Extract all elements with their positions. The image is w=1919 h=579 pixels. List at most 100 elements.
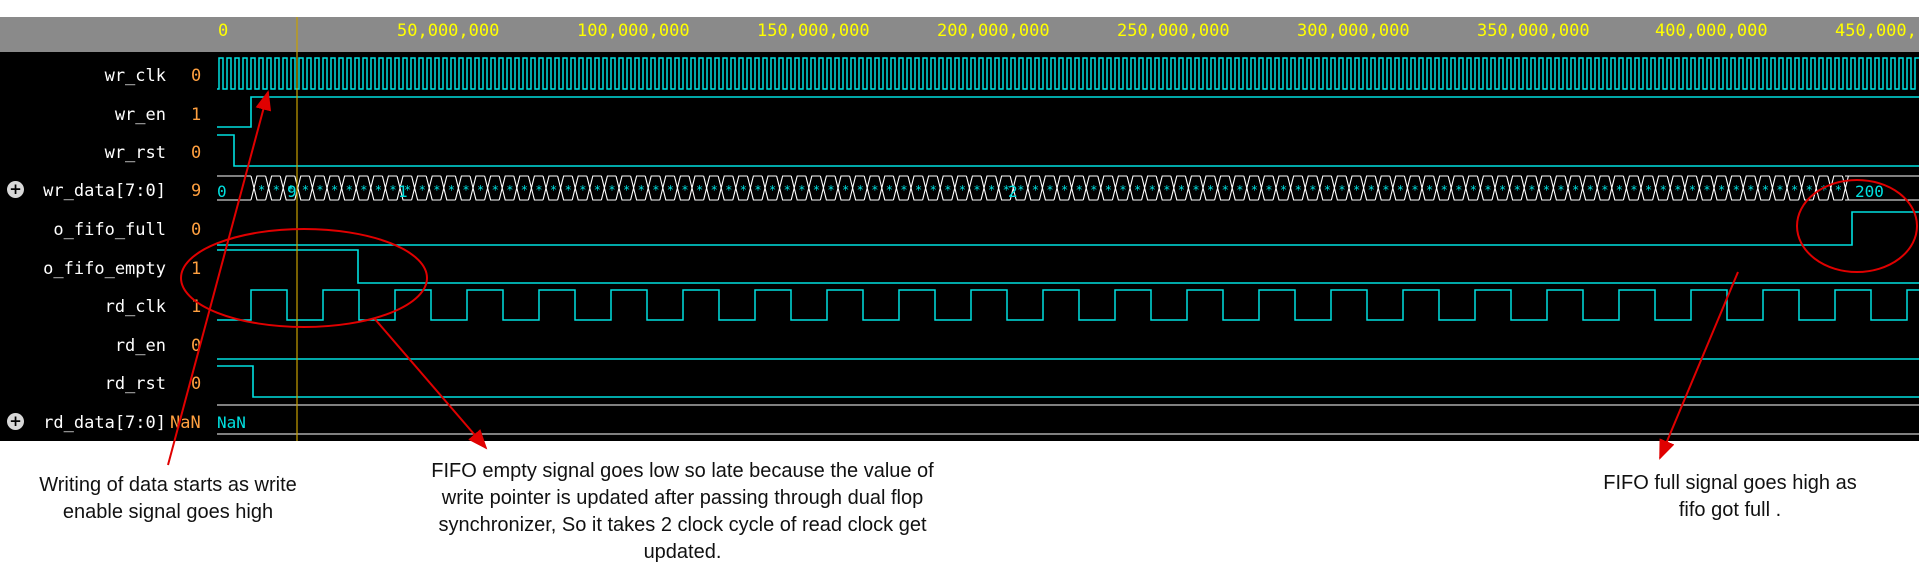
bus-glyph: *: [1630, 183, 1637, 197]
bus-glyph: *: [1222, 183, 1229, 197]
bus-glyph: *: [944, 183, 951, 197]
bus-glyph: *: [1660, 183, 1667, 197]
bus-glyph: *: [1776, 183, 1783, 197]
bus-glyph: *: [1280, 183, 1287, 197]
bus-glyph: *: [711, 183, 718, 197]
bus-glyph: *: [419, 183, 426, 197]
bus-glyph: *: [1718, 183, 1725, 197]
bus-glyph: *: [1733, 183, 1740, 197]
bus-glyph: *: [1484, 183, 1491, 197]
rd-rst-trace: [217, 365, 1919, 398]
bus-value-label: 0: [217, 182, 227, 201]
bus-value-label: 9: [287, 182, 297, 201]
bus-glyph: *: [871, 183, 878, 197]
bus-glyph: *: [1382, 183, 1389, 197]
bus-glyph: *: [1514, 183, 1521, 197]
bus-glyph: *: [930, 183, 937, 197]
annotation-arrow-empty: [373, 317, 488, 450]
bus-value-label: 200: [1855, 182, 1884, 201]
bus-glyph: *: [375, 183, 382, 197]
bus-value-label: 2: [1008, 182, 1018, 201]
bus-glyph: *: [1791, 183, 1798, 197]
bus-glyph: *: [827, 183, 834, 197]
bus-glyph: *: [959, 183, 966, 197]
bus-glyph: *: [1338, 183, 1345, 197]
rd-data-bus-trace: [217, 404, 1919, 435]
bus-glyph: *: [1061, 183, 1068, 197]
bus-glyph: *: [1076, 183, 1083, 197]
annotation-arrow-full: [1659, 271, 1739, 460]
bus-glyph: *: [681, 183, 688, 197]
bus-glyph: *: [579, 183, 586, 197]
bus-glyph: *: [1747, 183, 1754, 197]
bus-glyph: *: [360, 183, 367, 197]
bus-glyph: *: [842, 183, 849, 197]
annotation-fifo-full: FIFO full signal goes high as fifo got f…: [1603, 472, 1857, 521]
bus-glyph: *: [1178, 183, 1185, 197]
bus-glyph: *: [1703, 183, 1710, 197]
bus-glyph: *: [1762, 183, 1769, 197]
bus-glyph: *: [608, 183, 615, 197]
bus-glyph: *: [506, 183, 513, 197]
bus-glyph: *: [1455, 183, 1462, 197]
bus-glyph: *: [1572, 183, 1579, 197]
bus-glyph: *: [1601, 183, 1608, 197]
wr-clk-trace: [217, 57, 1919, 90]
bus-glyph: *: [389, 183, 396, 197]
bus-glyph: *: [1470, 183, 1477, 197]
bus-glyph: *: [433, 183, 440, 197]
bus-glyph: *: [1119, 183, 1126, 197]
wr-en-trace: [217, 96, 1919, 128]
bus-glyph: *: [1163, 183, 1170, 197]
bus-glyph: *: [1046, 183, 1053, 197]
bus-glyph: *: [462, 183, 469, 197]
bus-glyph: *: [521, 183, 528, 197]
bus-glyph: *: [535, 183, 542, 197]
bus-glyph: *: [316, 183, 323, 197]
bus-glyph: *: [769, 183, 776, 197]
bus-glyph: *: [988, 183, 995, 197]
bus-glyph: *: [565, 183, 572, 197]
bus-glyph: *: [1032, 183, 1039, 197]
bus-glyph: *: [331, 183, 338, 197]
bus-glyph: *: [696, 183, 703, 197]
bus-glyph: *: [477, 183, 484, 197]
bus-glyph: *: [1441, 183, 1448, 197]
bus-glyph: *: [492, 183, 499, 197]
bus-glyph: *: [258, 183, 265, 197]
o-fifo-full-trace: [217, 211, 1919, 246]
bus-glyph: *: [638, 183, 645, 197]
bus-glyph: *: [1616, 183, 1623, 197]
bus-glyph: *: [1017, 183, 1024, 197]
bus-glyph: *: [784, 183, 791, 197]
bus-glyph: *: [1353, 183, 1360, 197]
bus-glyph: *: [1426, 183, 1433, 197]
bus-glyph: *: [346, 183, 353, 197]
bus-glyph: *: [1835, 183, 1842, 197]
annotation-arrow-write-start: [167, 90, 272, 466]
bus-value-label: 1: [398, 182, 408, 201]
bus-glyph: *: [1192, 183, 1199, 197]
bus-glyph: *: [550, 183, 557, 197]
bus-glyph: *: [1689, 183, 1696, 197]
bus-glyph: *: [1587, 183, 1594, 197]
bus-glyph: *: [1134, 183, 1141, 197]
bus-glyph: *: [973, 183, 980, 197]
bus-glyph: *: [302, 183, 309, 197]
bus-glyph: *: [813, 183, 820, 197]
bus-glyph: *: [1528, 183, 1535, 197]
bus-glyph: *: [900, 183, 907, 197]
bus-glyph: *: [1411, 183, 1418, 197]
bus-glyph: *: [652, 183, 659, 197]
wr-rst-trace: [217, 134, 1919, 167]
bus-glyph: *: [886, 183, 893, 197]
bus-glyph: *: [1557, 183, 1564, 197]
annotation-fifo-empty: FIFO empty signal goes low so late becau…: [431, 460, 934, 563]
bus-glyph: *: [1265, 183, 1272, 197]
bus-glyph: *: [1368, 183, 1375, 197]
bus-glyph: *: [1674, 183, 1681, 197]
bus-glyph: *: [754, 183, 761, 197]
bus-glyph: *: [725, 183, 732, 197]
rd-clk-trace: [217, 289, 1919, 321]
bus-glyph: *: [448, 183, 455, 197]
